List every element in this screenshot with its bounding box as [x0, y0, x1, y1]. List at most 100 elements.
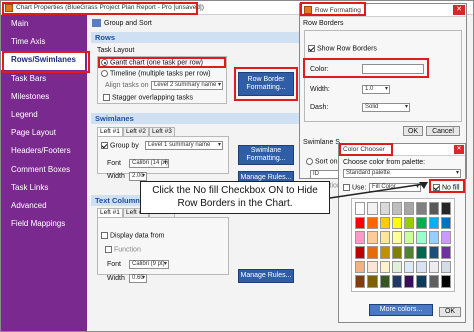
color-swatch[interactable] [367, 216, 378, 230]
color-swatch[interactable] [440, 245, 451, 259]
color-swatch[interactable] [391, 216, 402, 230]
color-swatch[interactable] [391, 202, 402, 215]
color-swatch[interactable] [404, 231, 415, 244]
palette-select[interactable]: Standard palette [343, 169, 461, 178]
color-swatch[interactable] [355, 260, 366, 274]
row-formatting-title-highlight [300, 2, 366, 16]
sidebar-item-legend[interactable]: Legend [1, 106, 87, 124]
color-swatch[interactable] [404, 245, 415, 259]
color-swatch[interactable] [404, 216, 415, 230]
tc-tab-1[interactable]: Left #1 [97, 208, 123, 217]
row-formatting-cancel-button[interactable]: Cancel [426, 126, 460, 136]
color-swatch[interactable] [440, 216, 451, 230]
align-select[interactable]: Level 2 summary name [151, 81, 223, 90]
group-sort-tab[interactable]: Group and Sort [104, 20, 152, 27]
sw-tab-3[interactable]: Left #3 [149, 127, 175, 136]
palette-prompt: Choose color from palette: [343, 159, 426, 166]
color-swatch[interactable] [355, 231, 366, 244]
color-swatch[interactable] [440, 275, 451, 288]
color-swatch[interactable] [367, 260, 378, 274]
color-swatch[interactable] [428, 202, 439, 215]
color-swatch[interactable] [367, 275, 378, 288]
tc-function-option[interactable]: Function [105, 246, 141, 253]
dash-label: Dash: [310, 104, 329, 111]
sw-font-field[interactable]: Calibri (14 pt) [129, 159, 169, 168]
color-swatch[interactable] [404, 275, 415, 288]
timeline-option[interactable]: Timeline (multiple tasks per row) [101, 70, 211, 77]
color-swatch[interactable] [428, 231, 439, 244]
color-swatch[interactable] [355, 202, 366, 215]
color-swatch[interactable] [379, 216, 390, 230]
sidebar-item-comment-boxes[interactable]: Comment Boxes [1, 161, 87, 179]
color-swatch[interactable] [416, 202, 427, 215]
color-swatch[interactable] [428, 275, 439, 288]
sidebar-item-headers-footers[interactable]: Headers/Footers [1, 142, 87, 160]
color-swatch[interactable] [416, 275, 427, 288]
color-swatch[interactable] [355, 275, 366, 288]
color-swatch[interactable] [404, 260, 415, 274]
show-row-borders-option[interactable]: Show Row Borders [308, 45, 377, 52]
color-swatch[interactable] [355, 245, 366, 259]
color-swatch[interactable] [416, 231, 427, 244]
color-swatch[interactable] [428, 260, 439, 274]
stagger-option[interactable]: Stagger overlapping tasks [103, 94, 193, 101]
color-swatch[interactable] [428, 216, 439, 230]
width-field[interactable]: 1.0 [362, 85, 390, 94]
group-by-select[interactable]: Level 1 summary name [145, 141, 223, 150]
color-swatch[interactable] [391, 275, 402, 288]
stagger-checkbox[interactable] [103, 94, 110, 101]
color-swatch[interactable] [440, 231, 451, 244]
color-swatch[interactable] [440, 202, 451, 215]
color-swatch[interactable] [367, 202, 378, 215]
tc-manage-rules-button[interactable]: Manage Rules... [238, 269, 294, 283]
color-swatch[interactable] [367, 231, 378, 244]
color-swatch[interactable] [416, 216, 427, 230]
sidebar-item-page-layout[interactable]: Page Layout [1, 124, 87, 142]
sidebar-item-main[interactable]: Main [1, 15, 87, 33]
color-swatch[interactable] [391, 260, 402, 274]
display-data-checkbox[interactable] [101, 232, 108, 239]
group-by-option[interactable]: Group by [101, 142, 139, 149]
row-formatting-ok-button[interactable]: OK [403, 126, 423, 136]
tc-width-field[interactable]: 0.60 [129, 274, 147, 283]
tc-function-checkbox[interactable] [105, 246, 112, 253]
color-swatch[interactable] [355, 216, 366, 230]
sidebar-item-milestones[interactable]: Milestones [1, 88, 87, 106]
color-swatch[interactable] [440, 260, 451, 274]
sidebar-item-time-axis[interactable]: Time Axis [1, 33, 87, 51]
display-data-option[interactable]: Display data from [101, 232, 164, 239]
sidebar-item-field-mappings[interactable]: Field Mappings [1, 215, 87, 233]
dash-select[interactable]: Solid [362, 103, 410, 112]
tc-width-label: Width [107, 275, 125, 282]
sw-tab-2[interactable]: Left #2 [123, 127, 149, 136]
color-swatch[interactable] [379, 245, 390, 259]
color-swatch[interactable] [391, 245, 402, 259]
more-colors-button[interactable]: More colors... [369, 304, 433, 316]
color-swatch[interactable] [379, 275, 390, 288]
sw-tab-1[interactable]: Left #1 [97, 127, 123, 136]
callout-arrow [329, 182, 428, 199]
color-swatch[interactable] [391, 231, 402, 244]
color-swatch[interactable] [416, 245, 427, 259]
color-chooser-ok-button[interactable]: OK [439, 307, 461, 317]
group-sort-header: Group and Sort [89, 16, 299, 30]
sidebar-item-task-links[interactable]: Task Links [1, 179, 87, 197]
color-swatch[interactable] [404, 202, 415, 215]
group-by-checkbox[interactable] [101, 142, 108, 149]
color-swatch[interactable] [416, 260, 427, 274]
row-formatting-close-icon[interactable]: ✕ [453, 5, 465, 15]
sidebar-item-advanced[interactable]: Advanced [1, 197, 87, 215]
partial-sort-radio[interactable] [306, 158, 313, 165]
timeline-radio[interactable] [101, 70, 108, 77]
color-swatch[interactable] [428, 245, 439, 259]
task-layout-label: Task Layout [97, 47, 135, 54]
swimlane-formatting-button[interactable]: Swimlane Formatting... [238, 145, 294, 165]
tc-font-field[interactable]: Calibri (9 pt) [129, 260, 169, 269]
color-swatch[interactable] [379, 202, 390, 215]
show-row-borders-checkbox[interactable] [308, 45, 315, 52]
color-swatch[interactable] [379, 231, 390, 244]
color-chooser-close-icon[interactable]: ✕ [454, 145, 464, 154]
color-swatch[interactable] [367, 245, 378, 259]
sw-width-field[interactable]: 2.00 [129, 172, 147, 181]
color-swatch[interactable] [379, 260, 390, 274]
